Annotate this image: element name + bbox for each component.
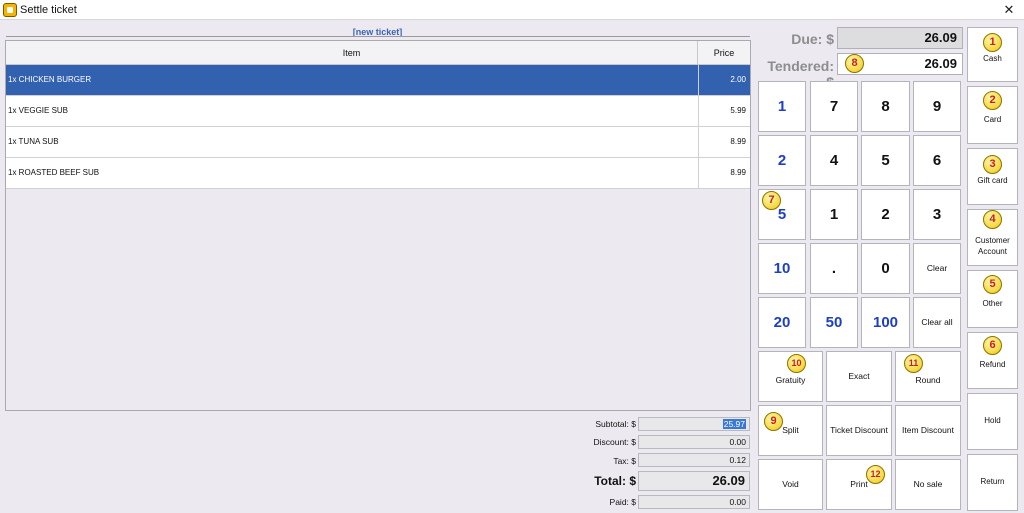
- clear-button[interactable]: Clear: [913, 243, 961, 294]
- keypad-button-4[interactable]: 4: [810, 135, 858, 186]
- keypad-button-5[interactable]: 5: [861, 135, 910, 186]
- keypad-button-decimal[interactable]: .: [810, 243, 858, 294]
- subtotal-value: 25.97: [722, 419, 746, 429]
- paid-field[interactable]: 0.00: [638, 495, 750, 509]
- item-name: 1x ROASTED BEEF SUB: [8, 168, 100, 177]
- due-field: 26.09: [837, 27, 963, 49]
- callout-badge-11: 11: [904, 354, 923, 373]
- callout-badge-8: 8: [845, 54, 864, 73]
- window-title: Settle ticket: [20, 4, 77, 16]
- keypad-button-8[interactable]: 8: [861, 81, 910, 132]
- keypad-button-2-digit[interactable]: 2: [861, 189, 910, 240]
- keypad-button-50[interactable]: 50: [810, 297, 858, 348]
- hold-button[interactable]: Hold: [967, 393, 1018, 450]
- subtotal-field[interactable]: 25.97: [638, 417, 750, 431]
- table-row[interactable]: 1x CHICKEN BURGER 2.00: [6, 65, 750, 96]
- keypad-button-9[interactable]: 9: [913, 81, 961, 132]
- keypad-button-2[interactable]: 2: [758, 135, 806, 186]
- no-sale-button[interactable]: No sale: [895, 459, 961, 510]
- due-label: Due: $: [791, 31, 834, 47]
- ticket-discount-button[interactable]: Ticket Discount: [826, 405, 892, 456]
- table-row[interactable]: 1x ROASTED BEEF SUB 8.99: [6, 158, 750, 189]
- discount-label: Discount: $: [593, 437, 636, 447]
- discount-field[interactable]: 0.00: [638, 435, 750, 449]
- callout-badge-3: 3: [983, 155, 1002, 174]
- keypad-button-0[interactable]: 0: [861, 243, 910, 294]
- ticket-divider: [6, 36, 750, 37]
- column-header-item[interactable]: Item: [6, 41, 698, 65]
- keypad-button-1-digit[interactable]: 1: [810, 189, 858, 240]
- keypad-button-100[interactable]: 100: [861, 297, 910, 348]
- app-logo-icon: [3, 3, 17, 17]
- close-icon[interactable]: ✕: [998, 1, 1020, 19]
- total-label: Total: $: [594, 474, 636, 488]
- table-row[interactable]: 1x VEGGIE SUB 5.99: [6, 96, 750, 127]
- keypad-button-10[interactable]: 10: [758, 243, 806, 294]
- item-price: 2.00: [698, 65, 748, 95]
- subtotal-label: Subtotal: $: [595, 419, 636, 429]
- total-field[interactable]: 26.09: [638, 471, 750, 491]
- keypad-button-1[interactable]: 1: [758, 81, 806, 132]
- keypad-button-7[interactable]: 7: [810, 81, 858, 132]
- keypad-button-20[interactable]: 20: [758, 297, 806, 348]
- column-header-price[interactable]: Price: [698, 41, 750, 65]
- item-discount-button[interactable]: Item Discount: [895, 405, 961, 456]
- title-bar: Settle ticket ✕: [0, 0, 1024, 20]
- keypad-button-3[interactable]: 3: [913, 189, 961, 240]
- item-price: 8.99: [698, 158, 748, 188]
- tax-field[interactable]: 0.12: [638, 453, 750, 467]
- item-name: 1x VEGGIE SUB: [8, 106, 69, 115]
- return-button[interactable]: Return: [967, 454, 1018, 511]
- print-button[interactable]: Print: [826, 459, 892, 510]
- callout-badge-1: 1: [983, 33, 1002, 52]
- ticket-items-table[interactable]: Item Price 1x CHICKEN BURGER 2.00 1x VEG…: [5, 40, 751, 411]
- callout-badge-5: 5: [983, 275, 1002, 294]
- callout-badge-10: 10: [787, 354, 806, 373]
- callout-badge-12: 12: [866, 465, 885, 484]
- item-name: 1x TUNA SUB: [8, 137, 59, 146]
- callout-badge-9: 9: [764, 412, 783, 431]
- callout-badge-6: 6: [983, 336, 1002, 355]
- exact-button[interactable]: Exact: [826, 351, 892, 402]
- tax-label: Tax: $: [613, 456, 636, 466]
- table-header: Item Price: [6, 41, 750, 65]
- callout-badge-2: 2: [983, 91, 1002, 110]
- keypad-button-6[interactable]: 6: [913, 135, 961, 186]
- item-name: 1x CHICKEN BURGER: [8, 75, 92, 84]
- table-row[interactable]: 1x TUNA SUB 8.99: [6, 127, 750, 158]
- void-button[interactable]: Void: [758, 459, 823, 510]
- item-price: 8.99: [698, 127, 748, 157]
- item-price: 5.99: [698, 96, 748, 126]
- clear-all-button[interactable]: Clear all: [913, 297, 961, 348]
- paid-label: Paid: $: [609, 497, 636, 507]
- callout-badge-7: 7: [762, 191, 781, 210]
- callout-badge-4: 4: [983, 210, 1002, 229]
